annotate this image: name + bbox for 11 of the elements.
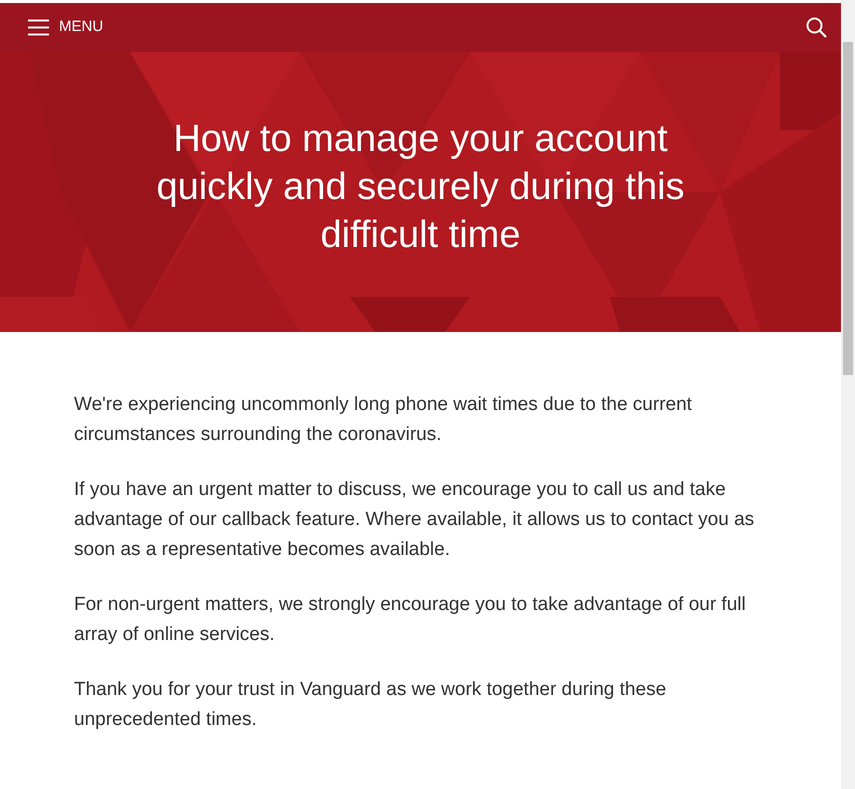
- scrollbar[interactable]: [841, 0, 855, 789]
- hero-title: How to manage your account quickly and securely during this difficult time: [155, 117, 686, 258]
- menu-button[interactable]: MENU: [28, 16, 104, 39]
- search-icon: [806, 17, 827, 38]
- scrollbar-thumb[interactable]: [843, 42, 853, 375]
- paragraph: If you have an urgent matter to discuss, we encourage you to call us and take advantage of our callback feature. Where available, it allows us to contact you as soon as a representative becomes available.: [74, 478, 756, 562]
- paragraph: Thank you for your trust in Vanguard as we work together during these unprecedented times.: [74, 678, 668, 732]
- paragraph: We're experiencing uncommonly long phone wait times due to the current circumstances surrounding the coronavirus.: [74, 393, 693, 447]
- menu-icon: [28, 19, 49, 36]
- search-button[interactable]: [806, 17, 827, 38]
- paragraph: For non-urgent matters, we strongly encourage you to take advantage of our full array of online services.: [74, 593, 747, 647]
